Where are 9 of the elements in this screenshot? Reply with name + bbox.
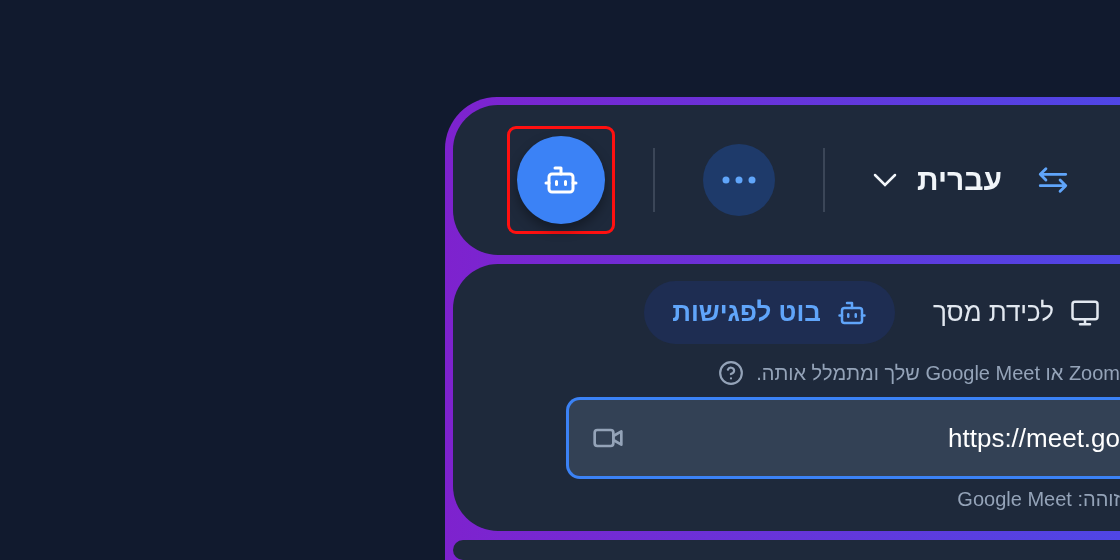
language-dropdown[interactable]: עברית [873, 163, 1003, 197]
detected-text: זוהה: Google Meet [957, 488, 1120, 511]
chevron-down-icon [873, 173, 897, 187]
mode-tab[interactable]: בוט לפגישות [644, 281, 895, 344]
mode-tab[interactable]: לכידת מסך [932, 281, 1100, 344]
help-icon[interactable] [718, 360, 745, 386]
help-text: Zoom או Google Meet שלך ומתמלל אותה. [756, 361, 1120, 385]
meeting-url-field[interactable]: https://meet.go [566, 397, 1120, 479]
more-icon [722, 176, 756, 184]
